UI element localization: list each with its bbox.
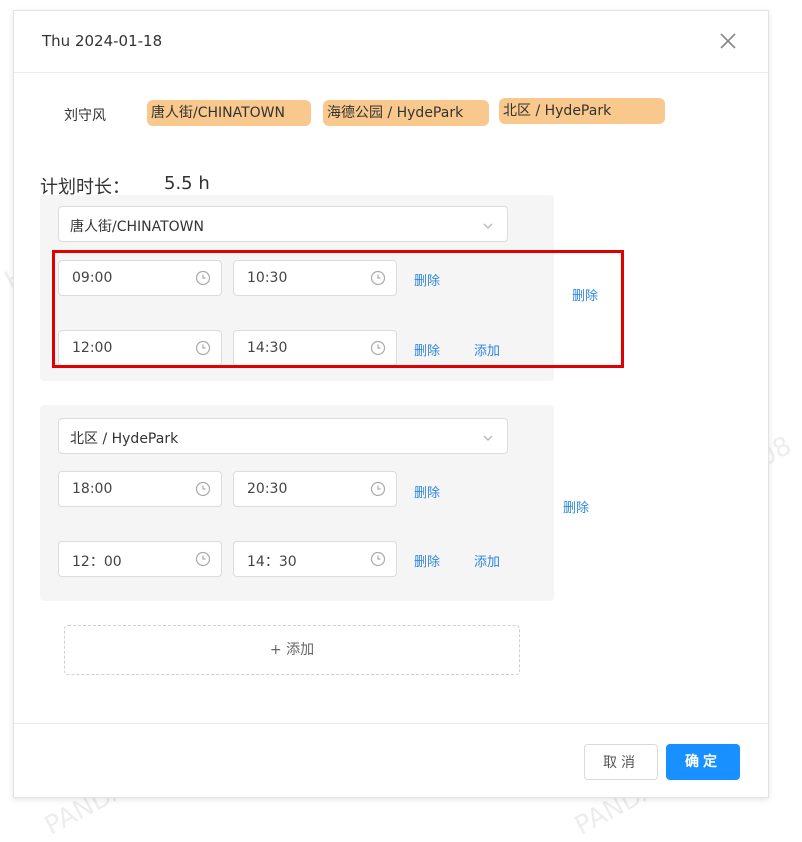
location-tag: 北区 / HydePark xyxy=(499,98,665,124)
start-time-value: 12：00 xyxy=(72,554,122,570)
person-name: 刘守风 xyxy=(64,108,106,124)
delete-slot-link[interactable]: 删除 xyxy=(414,270,440,289)
dialog-footer: 取消 确定 xyxy=(14,723,768,799)
end-time-value: 10:30 xyxy=(247,270,288,286)
chevron-down-icon xyxy=(481,430,495,444)
start-time-input[interactable]: 09:00 xyxy=(58,260,222,296)
location-group: 唐人街/CHINATOWN 09:00 10:30 删除 12:00 14:30… xyxy=(40,195,554,381)
location-select[interactable]: 唐人街/CHINATOWN xyxy=(58,206,508,242)
chevron-down-icon xyxy=(481,218,495,232)
start-time-input[interactable]: 12:00 xyxy=(58,330,222,366)
clock-icon xyxy=(370,481,386,497)
start-time-value: 18:00 xyxy=(72,481,113,497)
close-icon[interactable] xyxy=(718,31,738,51)
delete-group-link[interactable]: 删除 xyxy=(563,497,589,516)
delete-slot-link[interactable]: 删除 xyxy=(414,551,440,570)
schedule-dialog: Thu 2024-01-18 刘守风 唐人街/CHINATOWN 海德公园 / … xyxy=(13,10,769,798)
end-time-input[interactable]: 10:30 xyxy=(233,260,397,296)
dialog-header: Thu 2024-01-18 xyxy=(14,11,768,73)
confirm-button[interactable]: 确定 xyxy=(666,744,740,780)
clock-icon xyxy=(195,340,211,356)
clock-icon xyxy=(195,270,211,286)
location-select-value: 北区 / HydePark xyxy=(70,431,179,447)
clock-icon xyxy=(370,340,386,356)
location-tag: 唐人街/CHINATOWN xyxy=(147,100,311,126)
end-time-input[interactable]: 20:30 xyxy=(233,471,397,507)
end-time-value: 14：30 xyxy=(247,554,297,570)
delete-group-link[interactable]: 删除 xyxy=(572,285,598,304)
delete-slot-link[interactable]: 删除 xyxy=(414,340,440,359)
end-time-input[interactable]: 14:30 xyxy=(233,330,397,366)
clock-icon xyxy=(195,481,211,497)
end-time-value: 20:30 xyxy=(247,481,288,497)
location-group: 北区 / HydePark 18:00 20:30 删除 12：00 14：30… xyxy=(40,405,554,601)
start-time-value: 12:00 xyxy=(72,340,113,356)
clock-icon xyxy=(370,270,386,286)
clock-icon xyxy=(370,551,386,567)
end-time-input[interactable]: 14：30 xyxy=(233,541,397,577)
location-tag: 海德公园 / HydePark xyxy=(323,100,489,126)
start-time-input[interactable]: 12：00 xyxy=(58,541,222,577)
dialog-title: Thu 2024-01-18 xyxy=(42,32,163,50)
add-location-button[interactable]: + 添加 xyxy=(64,625,520,675)
add-slot-link[interactable]: 添加 xyxy=(474,551,500,570)
delete-slot-link[interactable]: 删除 xyxy=(414,482,440,501)
start-time-input[interactable]: 18:00 xyxy=(58,471,222,507)
location-select-value: 唐人街/CHINATOWN xyxy=(70,219,204,235)
duration-value: 5.5 h xyxy=(164,173,210,194)
cancel-button[interactable]: 取消 xyxy=(584,744,658,780)
location-select[interactable]: 北区 / HydePark xyxy=(58,418,508,454)
end-time-value: 14:30 xyxy=(247,340,288,356)
add-slot-link[interactable]: 添加 xyxy=(474,340,500,359)
clock-icon xyxy=(195,551,211,567)
start-time-value: 09:00 xyxy=(72,270,113,286)
